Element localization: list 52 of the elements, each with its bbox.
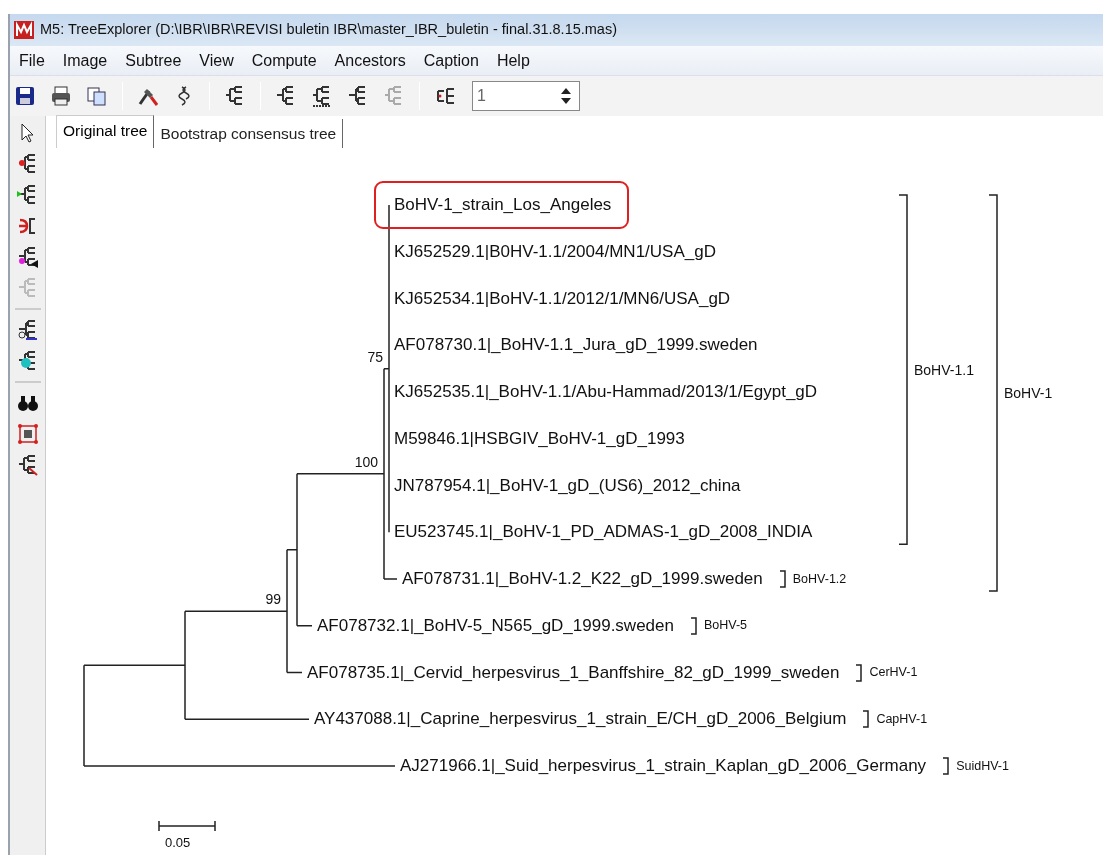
spin-up-icon[interactable]	[560, 87, 572, 95]
clade-label: CapHV-1	[876, 710, 928, 728]
save-icon[interactable]	[14, 85, 36, 107]
clade-bracket	[689, 616, 698, 635]
app-logo-icon	[14, 21, 34, 39]
leaf-label: AF078735.1|_Cervid_herpesvirus_1_Banffshire_82_gD_1999_sweden	[307, 661, 840, 684]
leaf-label: KJ652529.1|B0HV-1.1/2004/MN1/USA_gD	[394, 240, 716, 263]
menu-item[interactable]: Ancestors	[325, 48, 415, 73]
menu-item[interactable]: Image	[53, 48, 117, 73]
tree-icon[interactable]	[16, 319, 39, 341]
menu-item[interactable]: Compute	[242, 48, 326, 73]
leaf-label: KJ652534.1|BoHV-1.1/2012/1/MN6/USA_gD	[394, 287, 731, 310]
clade-label: SuidHV-1	[956, 757, 1009, 775]
clade-label: BoHV-1	[1004, 385, 1053, 401]
support-value: 100	[354, 453, 378, 470]
frame-icon[interactable]	[16, 423, 39, 445]
clade-bracket	[778, 570, 787, 588]
menu-item[interactable]: Help	[487, 48, 539, 73]
clade-label: BoHV-5	[703, 617, 748, 635]
clade-label: CerHV-1	[869, 664, 918, 682]
clade-bracket	[862, 710, 871, 729]
tab[interactable]: Original tree	[56, 114, 155, 148]
window-title: M5: TreeExplorer (D:\IBR\IBR\REVISI buletin IBR\master_IBR_buletin - final.31.8.15.mas)	[40, 20, 617, 40]
clade-label: BoHV-1.2	[792, 570, 847, 588]
leaf-label: BoHV-1_strain_Los_Angeles	[394, 195, 612, 214]
support-value: 75	[367, 348, 383, 365]
printer-icon[interactable]	[50, 85, 72, 107]
menu-item[interactable]: Caption	[414, 48, 488, 73]
leaf-label: M59846.1|HSBGIV_BoHV-1_gD_1993	[394, 427, 685, 450]
menu-item[interactable]: Subtree	[116, 48, 191, 73]
tree-icon[interactable]	[16, 246, 39, 268]
scale-bar	[158, 820, 216, 832]
support-value: 99	[265, 591, 281, 608]
leaf-label: AF078730.1|_BoHV-1.1_Jura_gD_1999.sweden	[394, 334, 758, 357]
clade-label: BoHV-1.1	[914, 361, 974, 378]
clade-bracket	[942, 757, 951, 775]
menu-item[interactable]: File	[10, 48, 54, 73]
tree-icon[interactable]	[16, 454, 39, 476]
leaf-label: AF078731.1|_BoHV-1.2_K22_gD_1999.sweden	[402, 568, 763, 590]
menu-item[interactable]: View	[190, 48, 243, 73]
scale-label: 0.05	[165, 835, 191, 851]
leaf-label: JN787954.1|_BoHV-1_gD_(US6)_2012_china	[394, 474, 741, 497]
leaf-label: AY437088.1|_Caprine_herpesvirus_1_strain_E/CH_gD_2006_Belgium	[314, 708, 847, 731]
leaf-label: KJ652535.1|_BoHV-1.1/Abu-Hammad/2013/1/Egypt_gD	[394, 381, 818, 403]
spin-field[interactable]: 1	[472, 81, 580, 111]
leaf-label: EU523745.1|_BoHV-1_PD_ADMAS-1_gD_2008_INDIA	[394, 521, 813, 544]
leaf-label: AJ271966.1|_Suid_herpesvirus_1_strain_Kaplan_gD_2006_Germany	[400, 755, 927, 777]
spin-down-icon[interactable]	[560, 97, 572, 105]
clade-bracket	[855, 663, 864, 682]
leaf-label: AF078732.1|_BoHV-5_N565_gD_1999.sweden	[317, 614, 674, 637]
copy-icon[interactable]	[86, 85, 108, 107]
tree-icon[interactable]	[311, 85, 333, 107]
